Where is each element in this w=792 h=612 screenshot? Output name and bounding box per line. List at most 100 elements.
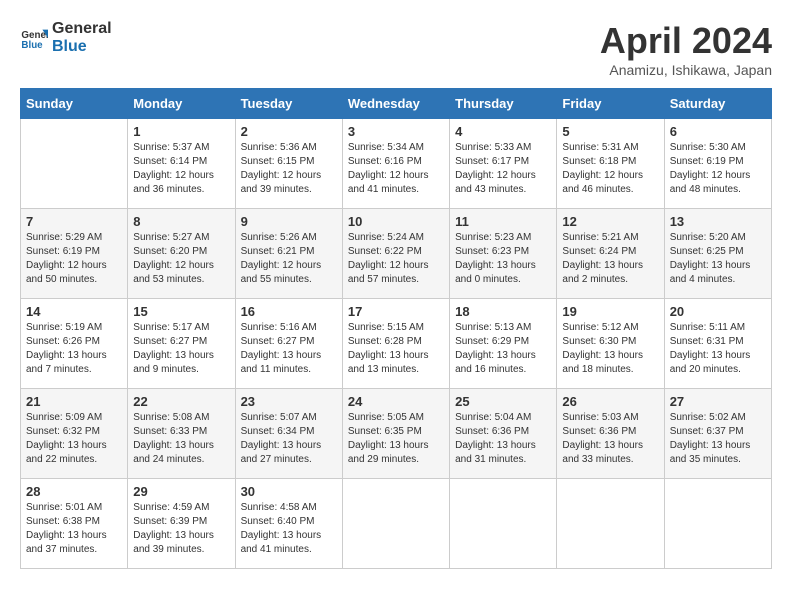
cell-info: Sunrise: 5:36 AM Sunset: 6:15 PM Dayligh… bbox=[241, 141, 337, 197]
cell-info: Sunrise: 5:23 AM Sunset: 6:23 PM Dayligh… bbox=[455, 231, 551, 287]
calendar-cell: 14Sunrise: 5:19 AM Sunset: 6:26 PM Dayli… bbox=[21, 299, 128, 389]
cell-info: Sunrise: 5:20 AM Sunset: 6:25 PM Dayligh… bbox=[670, 231, 766, 287]
day-number: 24 bbox=[348, 394, 444, 409]
calendar-cell: 18 Sunrise: 5:13 AM Sunset: 6:29 PM Dayli… bbox=[450, 299, 557, 389]
calendar-week-row: 21 Sunrise: 5:09 AM Sunset: 6:32 PM Dayli… bbox=[21, 389, 772, 479]
logo-text: General Blue bbox=[52, 20, 112, 56]
title-area: April 2024 Anamizu, Ishikawa, Japan bbox=[600, 20, 772, 78]
weekday-header: Sunday bbox=[21, 89, 128, 119]
day-number: 26 bbox=[562, 394, 658, 409]
day-number: 28 bbox=[26, 484, 122, 499]
svg-text:Blue: Blue bbox=[21, 40, 43, 51]
day-number: 30 bbox=[241, 484, 337, 499]
day-number: 12 bbox=[562, 214, 658, 229]
cell-info: Sunrise: 5:27 AM Sunset: 6:20 PM Dayligh… bbox=[133, 231, 229, 287]
logo-icon: General Blue bbox=[20, 24, 48, 52]
cell-info: Sunrise: 5:13 AM Sunset: 6:29 PM Dayligh… bbox=[455, 321, 551, 377]
page-header: General Blue General Blue April 2024 Ana… bbox=[20, 20, 772, 78]
weekday-header: Monday bbox=[128, 89, 235, 119]
cell-info: Sunrise: 5:30 AM Sunset: 6:19 PM Dayligh… bbox=[670, 141, 766, 197]
day-number: 5 bbox=[562, 124, 658, 139]
calendar-cell: 23 Sunrise: 5:07 AM Sunset: 6:34 PM Dayli… bbox=[235, 389, 342, 479]
day-number: 8 bbox=[133, 214, 229, 229]
cell-info: Sunrise: 5:17 AM Sunset: 6:27 PM Dayligh… bbox=[133, 321, 229, 377]
cell-info: Sunrise: 5:29 AM Sunset: 6:19 PM Dayligh… bbox=[26, 231, 122, 287]
calendar-week-row: 1 Sunrise: 5:37 AM Sunset: 6:14 PM Daylig… bbox=[21, 119, 772, 209]
day-number: 17 bbox=[348, 304, 444, 319]
weekday-header: Tuesday bbox=[235, 89, 342, 119]
day-number: 7 bbox=[26, 214, 122, 229]
calendar-cell: 20Sunrise: 5:11 AM Sunset: 6:31 PM Dayli… bbox=[664, 299, 771, 389]
day-number: 22 bbox=[133, 394, 229, 409]
month-title: April 2024 bbox=[600, 20, 772, 62]
day-number: 19 bbox=[562, 304, 658, 319]
day-number: 6 bbox=[670, 124, 766, 139]
calendar-cell: 1 Sunrise: 5:37 AM Sunset: 6:14 PM Daylig… bbox=[128, 119, 235, 209]
cell-info: Sunrise: 5:15 AM Sunset: 6:28 PM Dayligh… bbox=[348, 321, 444, 377]
cell-info: Sunrise: 5:19 AM Sunset: 6:26 PM Dayligh… bbox=[26, 321, 122, 377]
weekday-header-row: SundayMondayTuesdayWednesdayThursdayFrid… bbox=[21, 89, 772, 119]
cell-info: Sunrise: 5:16 AM Sunset: 6:27 PM Dayligh… bbox=[241, 321, 337, 377]
day-number: 20 bbox=[670, 304, 766, 319]
calendar-cell bbox=[21, 119, 128, 209]
cell-info: Sunrise: 5:37 AM Sunset: 6:14 PM Dayligh… bbox=[133, 141, 229, 197]
cell-info: Sunrise: 5:33 AM Sunset: 6:17 PM Dayligh… bbox=[455, 141, 551, 197]
calendar-cell: 29 Sunrise: 4:59 AM Sunset: 6:39 PM Dayli… bbox=[128, 479, 235, 569]
calendar-cell: 17 Sunrise: 5:15 AM Sunset: 6:28 PM Dayli… bbox=[342, 299, 449, 389]
calendar-cell: 16 Sunrise: 5:16 AM Sunset: 6:27 PM Dayli… bbox=[235, 299, 342, 389]
calendar-cell: 19 Sunrise: 5:12 AM Sunset: 6:30 PM Dayli… bbox=[557, 299, 664, 389]
cell-info: Sunrise: 5:24 AM Sunset: 6:22 PM Dayligh… bbox=[348, 231, 444, 287]
day-number: 23 bbox=[241, 394, 337, 409]
calendar-cell bbox=[664, 479, 771, 569]
calendar-cell: 24 Sunrise: 5:05 AM Sunset: 6:35 PM Dayli… bbox=[342, 389, 449, 479]
calendar-cell: 11Sunrise: 5:23 AM Sunset: 6:23 PM Dayli… bbox=[450, 209, 557, 299]
calendar-cell bbox=[450, 479, 557, 569]
day-number: 9 bbox=[241, 214, 337, 229]
cell-info: Sunrise: 5:05 AM Sunset: 6:35 PM Dayligh… bbox=[348, 411, 444, 467]
cell-info: Sunrise: 5:09 AM Sunset: 6:32 PM Dayligh… bbox=[26, 411, 122, 467]
calendar-cell bbox=[557, 479, 664, 569]
cell-info: Sunrise: 5:34 AM Sunset: 6:16 PM Dayligh… bbox=[348, 141, 444, 197]
cell-info: Sunrise: 4:58 AM Sunset: 6:40 PM Dayligh… bbox=[241, 501, 337, 557]
calendar-cell: 21 Sunrise: 5:09 AM Sunset: 6:32 PM Dayli… bbox=[21, 389, 128, 479]
day-number: 13 bbox=[670, 214, 766, 229]
calendar-week-row: 28Sunrise: 5:01 AM Sunset: 6:38 PM Dayli… bbox=[21, 479, 772, 569]
day-number: 25 bbox=[455, 394, 551, 409]
calendar-cell: 22 Sunrise: 5:08 AM Sunset: 6:33 PM Dayli… bbox=[128, 389, 235, 479]
cell-info: Sunrise: 5:04 AM Sunset: 6:36 PM Dayligh… bbox=[455, 411, 551, 467]
calendar-cell: 5 Sunrise: 5:31 AM Sunset: 6:18 PM Daylig… bbox=[557, 119, 664, 209]
cell-info: Sunrise: 5:26 AM Sunset: 6:21 PM Dayligh… bbox=[241, 231, 337, 287]
day-number: 4 bbox=[455, 124, 551, 139]
cell-info: Sunrise: 5:12 AM Sunset: 6:30 PM Dayligh… bbox=[562, 321, 658, 377]
weekday-header: Friday bbox=[557, 89, 664, 119]
logo-general: General bbox=[52, 20, 112, 37]
cell-info: Sunrise: 5:31 AM Sunset: 6:18 PM Dayligh… bbox=[562, 141, 658, 197]
calendar-table: SundayMondayTuesdayWednesdayThursdayFrid… bbox=[20, 88, 772, 569]
calendar-week-row: 14Sunrise: 5:19 AM Sunset: 6:26 PM Dayli… bbox=[21, 299, 772, 389]
weekday-header: Thursday bbox=[450, 89, 557, 119]
calendar-cell: 9 Sunrise: 5:26 AM Sunset: 6:21 PM Daylig… bbox=[235, 209, 342, 299]
cell-info: Sunrise: 5:21 AM Sunset: 6:24 PM Dayligh… bbox=[562, 231, 658, 287]
day-number: 18 bbox=[455, 304, 551, 319]
logo-blue: Blue bbox=[52, 38, 87, 55]
cell-info: Sunrise: 5:08 AM Sunset: 6:33 PM Dayligh… bbox=[133, 411, 229, 467]
calendar-cell: 13 Sunrise: 5:20 AM Sunset: 6:25 PM Dayli… bbox=[664, 209, 771, 299]
cell-info: Sunrise: 5:07 AM Sunset: 6:34 PM Dayligh… bbox=[241, 411, 337, 467]
cell-info: Sunrise: 4:59 AM Sunset: 6:39 PM Dayligh… bbox=[133, 501, 229, 557]
calendar-cell: 2Sunrise: 5:36 AM Sunset: 6:15 PM Daylig… bbox=[235, 119, 342, 209]
calendar-cell: 28Sunrise: 5:01 AM Sunset: 6:38 PM Dayli… bbox=[21, 479, 128, 569]
day-number: 16 bbox=[241, 304, 337, 319]
day-number: 27 bbox=[670, 394, 766, 409]
calendar-cell: 6 Sunrise: 5:30 AM Sunset: 6:19 PM Daylig… bbox=[664, 119, 771, 209]
cell-info: Sunrise: 5:03 AM Sunset: 6:36 PM Dayligh… bbox=[562, 411, 658, 467]
location-title: Anamizu, Ishikawa, Japan bbox=[600, 62, 772, 78]
weekday-header: Wednesday bbox=[342, 89, 449, 119]
calendar-cell: 7 Sunrise: 5:29 AM Sunset: 6:19 PM Daylig… bbox=[21, 209, 128, 299]
calendar-week-row: 7 Sunrise: 5:29 AM Sunset: 6:19 PM Daylig… bbox=[21, 209, 772, 299]
cell-info: Sunrise: 5:02 AM Sunset: 6:37 PM Dayligh… bbox=[670, 411, 766, 467]
calendar-cell: 10Sunrise: 5:24 AM Sunset: 6:22 PM Dayli… bbox=[342, 209, 449, 299]
day-number: 21 bbox=[26, 394, 122, 409]
day-number: 29 bbox=[133, 484, 229, 499]
calendar-cell bbox=[342, 479, 449, 569]
day-number: 1 bbox=[133, 124, 229, 139]
